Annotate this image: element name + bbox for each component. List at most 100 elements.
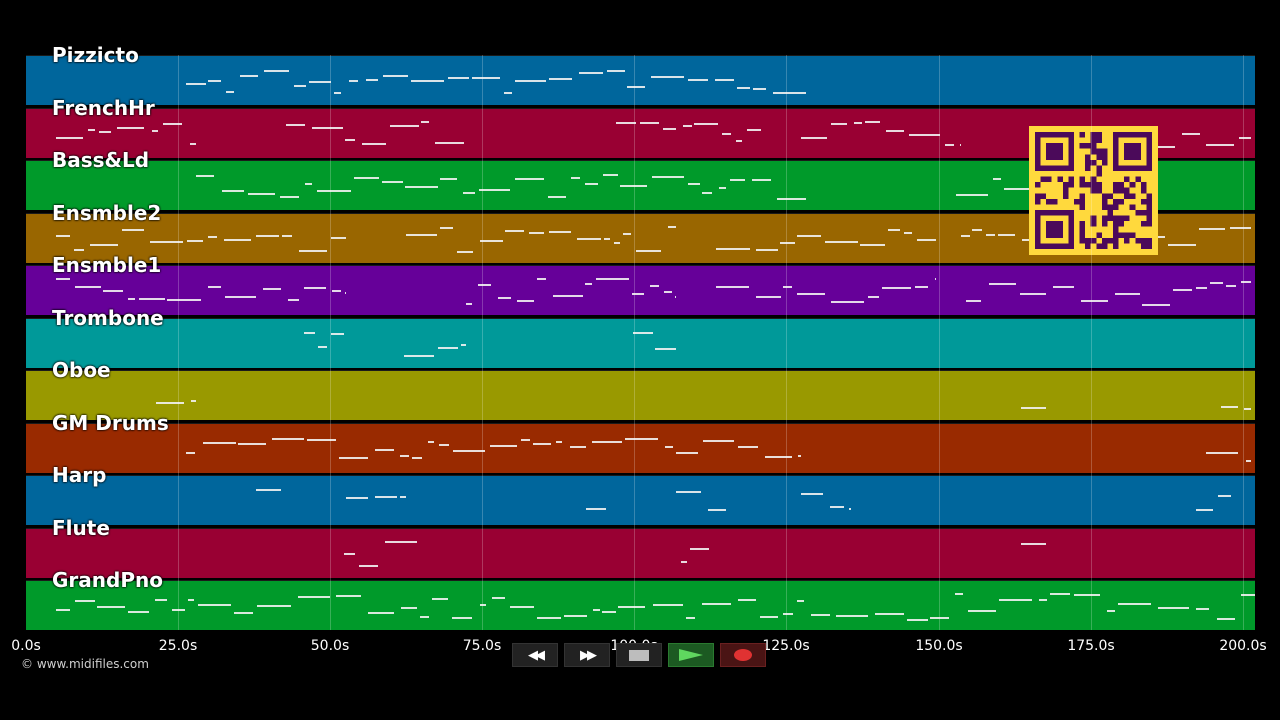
note-mark [968,609,996,612]
note-mark [675,452,699,455]
note-mark [202,442,237,445]
note-mark [935,278,936,281]
note-mark [663,290,673,293]
rewind-button[interactable]: ◀◀ [512,643,558,667]
note-mark [477,284,491,287]
note-mark [256,235,280,238]
time-gridline [178,55,179,630]
note-mark [333,92,342,95]
note-mark [722,132,732,135]
note-mark [782,286,793,289]
note-mark [616,121,636,124]
note-mark [708,508,726,511]
note-mark [196,174,215,177]
note-mark [1221,405,1239,408]
note-mark [992,178,1002,181]
note-mark [1052,285,1075,288]
note-mark [954,593,963,596]
note-mark [151,129,158,132]
track-notes [26,581,1255,631]
note-mark [737,446,758,449]
note-mark [756,249,779,252]
track-label: FrenchHr [52,95,155,120]
note-mark [240,75,258,78]
note-mark [344,553,355,556]
note-mark [479,188,511,191]
tick-50: 50.0s [310,638,350,654]
note-mark [971,229,982,232]
tick-150: 150.0s [915,638,963,654]
note-mark [117,127,144,130]
note-mark [208,285,221,288]
fast-forward-button[interactable]: ▶▶ [564,643,610,667]
note-mark [563,614,588,617]
note-mark [186,452,195,455]
record-icon [734,649,752,661]
note-mark [655,347,676,350]
note-mark [904,232,912,235]
note-mark [281,235,292,238]
stop-button[interactable] [616,643,662,667]
note-mark [503,92,512,95]
note-mark [56,609,71,612]
note-mark [985,234,996,237]
note-mark [729,179,746,182]
note-mark [233,611,254,614]
note-mark [860,243,886,246]
track-lane [26,580,1255,630]
note-mark [549,78,573,81]
note-mark [586,508,606,511]
note-mark [549,231,571,234]
time-gridline [786,55,787,630]
note-mark [353,177,379,180]
note-mark [1198,228,1226,231]
note-mark [945,143,955,146]
play-button[interactable] [668,643,714,667]
note-mark [128,298,135,301]
note-mark [797,293,825,296]
note-mark [299,249,327,252]
note-mark [309,80,331,83]
note-mark [167,298,201,301]
time-gridline [1243,55,1244,630]
note-mark [224,239,252,242]
note-mark [208,79,222,82]
note-mark [623,233,632,236]
note-mark [606,70,626,73]
note-mark [1039,598,1048,601]
qr-code-image [1035,132,1152,249]
note-mark [307,438,336,441]
record-button[interactable] [720,643,766,667]
note-mark [633,332,653,335]
note-mark [187,239,203,242]
note-mark [773,92,806,95]
track-lane [26,475,1255,525]
note-mark [74,286,101,289]
note-mark [777,197,806,200]
note-mark [552,295,584,297]
note-mark [801,137,828,140]
note-mark [401,606,417,609]
tick-175: 175.0s [1067,638,1115,654]
track-lane [26,370,1255,420]
note-mark [361,143,387,146]
note-mark [665,446,674,449]
note-mark [735,140,742,143]
fast-forward-icon: ▶▶ [580,647,597,663]
note-mark [427,440,434,443]
note-mark [453,449,485,452]
note-mark [702,191,712,194]
note-mark [457,250,473,253]
note-mark [584,183,598,186]
note-mark [1081,299,1109,302]
note-mark [317,190,351,193]
note-mark [99,130,112,133]
note-mark [304,332,315,335]
note-mark [602,610,616,613]
note-mark [452,616,473,619]
note-mark [466,303,473,306]
note-mark [368,611,394,614]
note-mark [716,247,750,250]
note-mark [681,561,688,564]
note-mark [1196,608,1210,611]
